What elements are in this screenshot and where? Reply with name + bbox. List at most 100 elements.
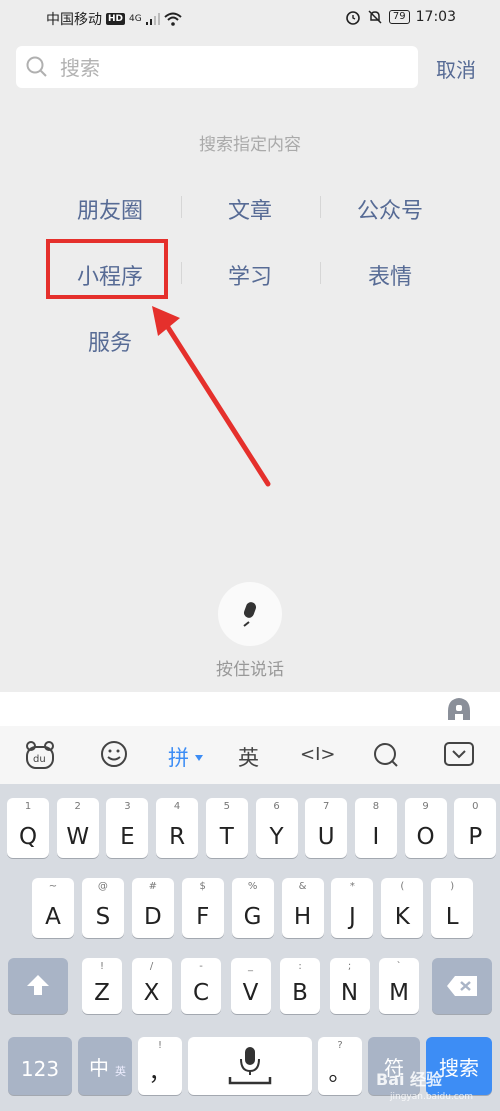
key-sub-label: 8 — [372, 801, 380, 812]
comma-key-sub: ! — [157, 1040, 162, 1051]
key-p[interactable]: 0P — [454, 798, 497, 858]
key-label: Q — [18, 824, 38, 850]
backspace-icon — [447, 976, 477, 996]
key-label: N — [340, 980, 359, 1006]
key-sub-label: ; — [347, 961, 352, 972]
key-d[interactable]: # D — [131, 878, 174, 938]
keyboard-search-icon[interactable] — [372, 741, 400, 769]
period-key[interactable]: ? 。 — [318, 1037, 362, 1095]
key-label: P — [468, 824, 483, 850]
key-label: G — [243, 904, 262, 930]
backspace-key[interactable] — [432, 958, 492, 1014]
language-switch-key[interactable]: 中 英 — [78, 1037, 132, 1095]
key-v[interactable]: _ V — [230, 958, 271, 1014]
shift-key[interactable] — [8, 958, 68, 1014]
watermark-url: jingyan.baidu.com — [390, 1092, 474, 1102]
key-z[interactable]: ! Z — [82, 958, 122, 1014]
key-sub-label: ~ — [48, 881, 58, 892]
key-label: E — [120, 824, 135, 850]
key-sub-label: % — [247, 881, 258, 892]
keyboard-toolbar: du 拼 英 <I> — [0, 726, 500, 784]
key-sub-label: # — [148, 881, 157, 892]
key-a[interactable]: ~ A — [32, 878, 74, 938]
key-label: Z — [94, 980, 110, 1006]
key-sub-label: 5 — [223, 801, 230, 812]
numbers-key[interactable]: 123 — [8, 1037, 72, 1095]
hide-keyboard-icon[interactable] — [444, 742, 474, 766]
keyboard-logo-icon[interactable] — [446, 697, 472, 721]
key-x[interactable]: / X — [131, 958, 172, 1014]
key-label: L — [445, 904, 459, 930]
key-k[interactable]: (K — [381, 878, 424, 938]
shift-arrow-icon — [27, 975, 49, 995]
dropdown-triangle-icon — [195, 755, 203, 761]
key-sub-label: @ — [97, 881, 108, 892]
key-t[interactable]: 5T — [205, 798, 248, 858]
key-sub-label: * — [349, 881, 355, 892]
svg-text:du: du — [33, 754, 46, 765]
key-label: Y — [269, 824, 284, 850]
baidu-bear-icon[interactable]: du — [24, 740, 56, 770]
key-e[interactable]: 3E — [106, 798, 149, 858]
key-label: U — [317, 824, 335, 850]
key-sub-label: : — [298, 961, 302, 972]
key-i[interactable]: 8I — [354, 798, 397, 858]
key-label: M — [389, 980, 409, 1006]
key-sub-label: 3 — [124, 801, 131, 812]
language-key-sub: 英 — [115, 1065, 126, 1078]
key-label: J — [348, 904, 356, 930]
annotation-arrow — [152, 306, 271, 487]
english-mode-button[interactable]: 英 — [238, 742, 259, 772]
key-label: C — [192, 980, 210, 1006]
key-q[interactable]: 1Q — [7, 798, 49, 858]
keyboard-top-strip — [0, 692, 500, 727]
key-label: B — [292, 980, 308, 1006]
key-sub-label: 2 — [74, 801, 81, 812]
key-sub-label: 9 — [422, 801, 429, 812]
key-label: F — [196, 904, 210, 930]
key-h[interactable]: & H — [281, 878, 324, 938]
numbers-key-label: 123 — [20, 1057, 60, 1081]
key-label: W — [66, 824, 90, 850]
key-sub-label: ! — [99, 961, 104, 972]
space-key[interactable] — [188, 1037, 312, 1095]
key-j[interactable]: * J — [331, 878, 374, 938]
key-y[interactable]: 6Y — [255, 798, 298, 858]
key-label: I — [372, 824, 380, 850]
key-m[interactable]: ` M — [379, 958, 419, 1014]
key-s[interactable]: @ S — [81, 878, 124, 938]
key-o[interactable]: 9O — [404, 798, 447, 858]
key-sub-label: ( — [400, 881, 405, 892]
key-g[interactable]: % G — [231, 878, 274, 938]
emoji-icon[interactable] — [100, 740, 128, 768]
key-label: O — [416, 824, 435, 850]
key-label: K — [394, 904, 410, 930]
key-u[interactable]: 7U — [305, 798, 348, 858]
period-key-label: 。 — [328, 1060, 352, 1086]
key-w[interactable]: 2W — [56, 798, 99, 858]
key-l[interactable]: ) L — [431, 878, 474, 938]
key-label: T — [219, 824, 234, 850]
key-label: A — [45, 904, 61, 930]
key-label: S — [95, 904, 111, 930]
key-n[interactable]: ; N — [329, 958, 370, 1014]
key-f[interactable]: $ F — [181, 878, 224, 938]
pinyin-mode-button[interactable]: 拼 — [168, 742, 189, 772]
watermark-logo: Bai 经验 — [376, 1070, 443, 1089]
key-sub-label: ) — [450, 881, 455, 892]
key-sub-label: 7 — [323, 801, 330, 812]
key-sub-label: 4 — [173, 801, 181, 812]
key-sub-label: - — [199, 961, 203, 972]
key-label: R — [169, 824, 186, 850]
period-key-sub: ? — [337, 1040, 343, 1051]
key-r[interactable]: 4R — [156, 798, 199, 858]
microphone-icon — [243, 602, 257, 627]
key-c[interactable]: -C — [181, 958, 221, 1014]
key-sub-label: 0 — [472, 801, 479, 812]
key-b[interactable]: :B — [280, 958, 320, 1014]
voice-button[interactable] — [218, 582, 282, 646]
cursor-control-button[interactable]: <I> — [300, 744, 335, 765]
comma-key[interactable]: ! ， — [138, 1037, 182, 1095]
key-sub-label: $ — [199, 881, 206, 892]
key-sub-label: 6 — [273, 801, 280, 812]
